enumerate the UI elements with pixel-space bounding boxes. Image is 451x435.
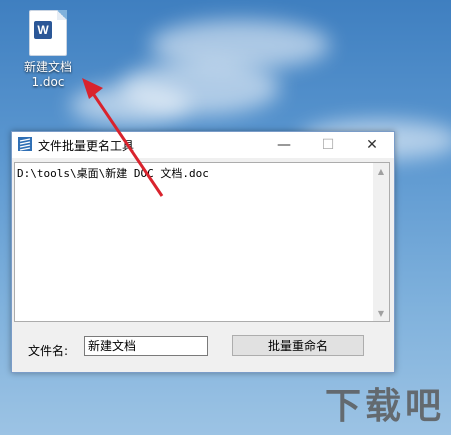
annotation-arrow <box>82 78 164 197</box>
watermark: 下载吧 <box>324 386 445 427</box>
